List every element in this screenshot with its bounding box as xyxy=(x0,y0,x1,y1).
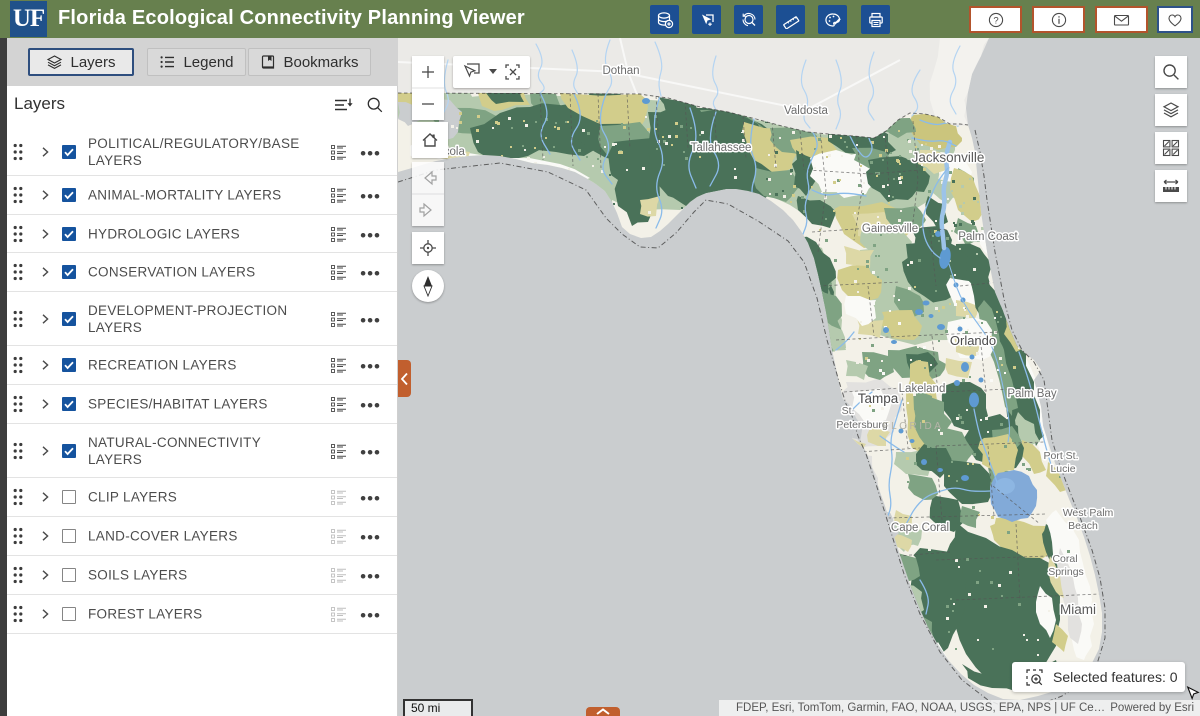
svg-text:Petersburg: Petersburg xyxy=(836,419,888,431)
svg-text:Port St.: Port St. xyxy=(1043,450,1078,462)
svg-text:Dothan: Dothan xyxy=(602,65,639,77)
svg-text:Orlando: Orlando xyxy=(950,333,996,348)
svg-text:?: ? xyxy=(993,15,998,26)
svg-text:Lucie: Lucie xyxy=(1050,463,1075,475)
svg-text:Tallahassee: Tallahassee xyxy=(691,142,752,154)
svg-text:Springs: Springs xyxy=(1048,566,1084,578)
svg-text:Cape Coral: Cape Coral xyxy=(891,522,949,534)
svg-text:Valdosta: Valdosta xyxy=(784,105,829,117)
svg-text:Palm Bay: Palm Bay xyxy=(1007,388,1056,400)
svg-text:West Palm: West Palm xyxy=(1063,507,1114,519)
svg-text:Jacksonville: Jacksonville xyxy=(912,150,985,165)
svg-text:St.: St. xyxy=(842,405,855,417)
svg-text:Gainesville: Gainesville xyxy=(862,223,918,235)
svg-text:FLORIDA: FLORIDA xyxy=(883,421,944,432)
svg-text:Miami: Miami xyxy=(1060,602,1096,617)
svg-text:Lakeland: Lakeland xyxy=(899,383,946,395)
svg-text:Palm Coast: Palm Coast xyxy=(958,231,1018,243)
svg-text:Tampa: Tampa xyxy=(858,391,899,406)
svg-text:Coral: Coral xyxy=(1052,553,1077,565)
svg-text:Beach: Beach xyxy=(1068,520,1098,532)
